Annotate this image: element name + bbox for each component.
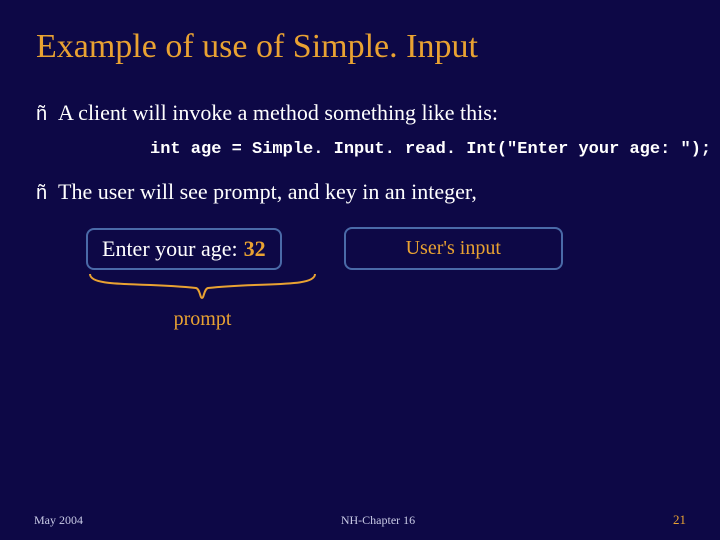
user-input-label-box: User's input bbox=[344, 227, 563, 270]
user-value: 32 bbox=[244, 236, 266, 262]
prompt-box: Enter your age: 32 bbox=[86, 228, 282, 270]
example-row: Enter your age: 32 User's input bbox=[86, 227, 684, 270]
bullet-text: The user will see prompt, and key in an … bbox=[58, 179, 477, 205]
prompt-text: Enter your age: bbox=[102, 236, 238, 262]
slide-title: Example of use of Simple. Input bbox=[36, 28, 684, 66]
footer-date: May 2004 bbox=[34, 513, 83, 528]
slide: Example of use of Simple. Input ñ A clie… bbox=[0, 0, 720, 540]
bullet-glyph-icon: ñ bbox=[36, 103, 58, 126]
code-snippet: int age = Simple. Input. read. Int("Ente… bbox=[150, 140, 684, 159]
bullet-glyph-icon: ñ bbox=[36, 182, 58, 205]
user-input-label: User's input bbox=[406, 237, 501, 259]
brace-annotation: prompt bbox=[86, 270, 319, 331]
bullet-text: A client will invoke a method something … bbox=[58, 100, 498, 126]
curly-brace-icon bbox=[86, 270, 319, 302]
bullet-item: ñ A client will invoke a method somethin… bbox=[36, 100, 684, 126]
footer-chapter: NH-Chapter 16 bbox=[341, 513, 415, 528]
footer-page-number: 21 bbox=[673, 512, 686, 528]
prompt-label: prompt bbox=[86, 308, 319, 331]
footer: May 2004 NH-Chapter 16 21 bbox=[0, 512, 720, 528]
bullet-item: ñ The user will see prompt, and key in a… bbox=[36, 179, 684, 205]
